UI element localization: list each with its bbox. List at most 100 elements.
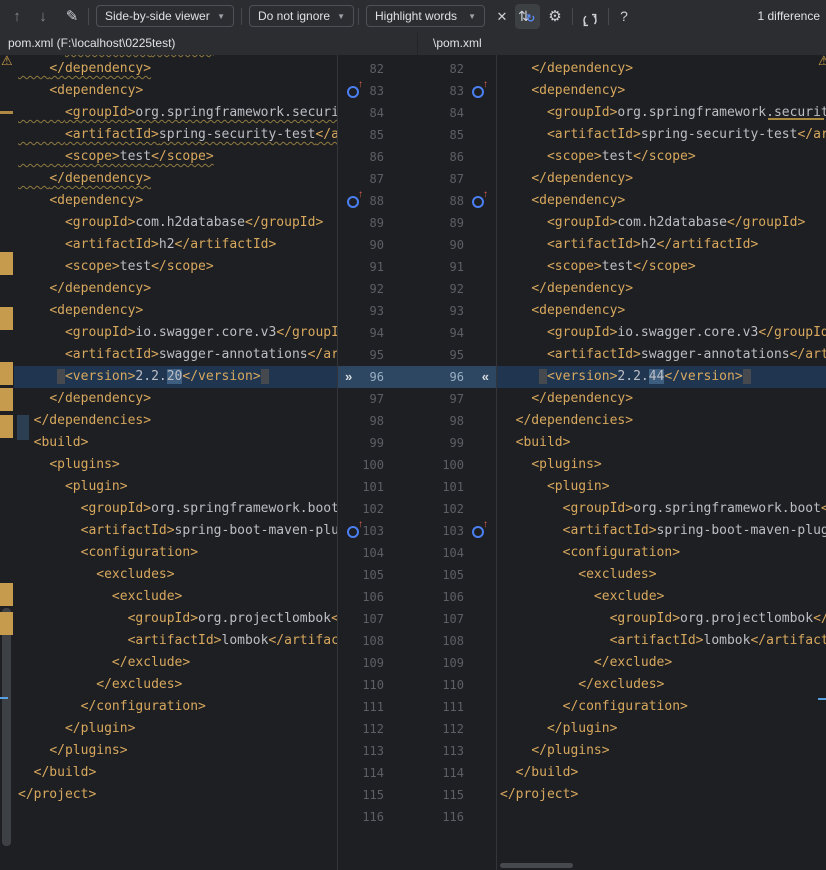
code-line-115[interactable]: </project> bbox=[14, 784, 337, 806]
code-line-92[interactable]: </dependency> bbox=[14, 278, 337, 300]
highlight-mode-dropdown[interactable]: Highlight words ▼ bbox=[366, 5, 485, 27]
dependency-update-icon[interactable]: ↑ bbox=[472, 194, 488, 208]
code-line-107[interactable]: <groupId>org.projectlombok</groupId> bbox=[14, 608, 337, 630]
code-line-102[interactable]: <groupId>org.springframework.boot</group… bbox=[497, 498, 826, 520]
code-line-109[interactable]: </exclude> bbox=[14, 652, 337, 674]
code-line-107[interactable]: <groupId>org.projectlombok</groupId> bbox=[497, 608, 826, 630]
code-line-112[interactable]: </plugin> bbox=[497, 718, 826, 740]
collapse-unchanged-icon[interactable]: ✕ bbox=[494, 0, 510, 33]
code-line-88[interactable]: <dependency> bbox=[14, 190, 337, 212]
apply-change-left-icon[interactable]: « bbox=[482, 366, 489, 388]
code-line-83[interactable]: <dependency> bbox=[14, 80, 337, 102]
code-line-102[interactable]: <groupId>org.springframework.boot</group… bbox=[14, 498, 337, 520]
warning-stripe-mark[interactable] bbox=[0, 388, 13, 411]
code-line-105[interactable]: <excludes> bbox=[14, 564, 337, 586]
code-line-83[interactable]: <dependency> bbox=[497, 80, 826, 102]
apply-change-right-icon[interactable]: » bbox=[345, 366, 352, 388]
code-line-98[interactable]: </dependencies> bbox=[14, 410, 337, 432]
edit-icon[interactable]: ✎ bbox=[62, 0, 82, 33]
right-editor[interactable]: <scope>test</scope> </dependency> <depen… bbox=[497, 55, 826, 870]
code-line-108[interactable]: <artifactId>lombok</artifactId> bbox=[14, 630, 337, 652]
code-line-89[interactable]: <groupId>com.h2database</groupId> bbox=[14, 212, 337, 234]
code-line-84[interactable]: <groupId>org.springframework.security</g… bbox=[497, 102, 826, 124]
code-line-82[interactable]: </dependency> bbox=[14, 58, 337, 80]
previous-difference-icon[interactable]: ↑ bbox=[8, 0, 26, 33]
next-difference-icon[interactable]: ↓ bbox=[34, 0, 52, 33]
code-line-113[interactable]: </plugins> bbox=[497, 740, 826, 762]
code-line-91[interactable]: <scope>test</scope> bbox=[497, 256, 826, 278]
code-line-113[interactable]: </plugins> bbox=[14, 740, 337, 762]
warning-stripe-mark[interactable] bbox=[0, 583, 13, 606]
code-line-97[interactable]: </dependency> bbox=[497, 388, 826, 410]
code-line-111[interactable]: </configuration> bbox=[14, 696, 337, 718]
settings-gear-icon[interactable]: ⚙ bbox=[546, 0, 564, 33]
caret-stripe-mark[interactable] bbox=[818, 698, 826, 700]
code-line-87[interactable]: </dependency> bbox=[14, 168, 337, 190]
code-line-111[interactable]: </configuration> bbox=[497, 696, 826, 718]
code-line-96[interactable]: <version>2.2.20</version> bbox=[14, 366, 337, 388]
caret-stripe-mark[interactable] bbox=[0, 697, 8, 699]
left-error-stripe[interactable]: ⚠ bbox=[0, 55, 14, 870]
code-line-116[interactable] bbox=[14, 806, 337, 828]
warning-stripe-mark[interactable] bbox=[0, 415, 13, 438]
code-line-92[interactable]: </dependency> bbox=[497, 278, 826, 300]
help-icon[interactable]: ? bbox=[616, 0, 632, 33]
warning-triangle-icon[interactable]: ⚠ bbox=[818, 55, 826, 69]
code-line-104[interactable]: <configuration> bbox=[497, 542, 826, 564]
code-line-95[interactable]: <artifactId>swagger-annotations</artifac… bbox=[497, 344, 826, 366]
code-line-94[interactable]: <groupId>io.swagger.core.v3</groupId> bbox=[497, 322, 826, 344]
code-line-90[interactable]: <artifactId>h2</artifactId> bbox=[14, 234, 337, 256]
warning-stripe-mark[interactable] bbox=[0, 111, 13, 114]
code-line-103[interactable]: <artifactId>spring-boot-maven-plugin</ar… bbox=[14, 520, 337, 542]
code-line-114[interactable]: </build> bbox=[14, 762, 337, 784]
code-line-98[interactable]: </dependencies> bbox=[497, 410, 826, 432]
code-line-104[interactable]: <configuration> bbox=[14, 542, 337, 564]
code-line-114[interactable]: </build> bbox=[497, 762, 826, 784]
code-line-103[interactable]: <artifactId>spring-boot-maven-plugin</ar… bbox=[497, 520, 826, 542]
code-line-93[interactable]: <dependency> bbox=[497, 300, 826, 322]
code-line-109[interactable]: </exclude> bbox=[497, 652, 826, 674]
code-line-86[interactable]: <scope>test</scope> bbox=[497, 146, 826, 168]
code-line-85[interactable]: <artifactId>spring-security-test</artifa… bbox=[14, 124, 337, 146]
code-line-88[interactable]: <dependency> bbox=[497, 190, 826, 212]
code-line-101[interactable]: <plugin> bbox=[497, 476, 826, 498]
warning-stripe-mark[interactable] bbox=[0, 362, 13, 385]
code-line-110[interactable]: </excludes> bbox=[497, 674, 826, 696]
code-line-87[interactable]: </dependency> bbox=[497, 168, 826, 190]
warning-stripe-mark[interactable] bbox=[0, 612, 13, 635]
code-line-100[interactable]: <plugins> bbox=[497, 454, 826, 476]
code-line-115[interactable]: </project> bbox=[497, 784, 826, 806]
code-line-91[interactable]: <scope>test</scope> bbox=[14, 256, 337, 278]
viewer-mode-dropdown[interactable]: Side-by-side viewer ▼ bbox=[96, 5, 234, 27]
code-line-85[interactable]: <artifactId>spring-security-test</artifa… bbox=[497, 124, 826, 146]
code-line-100[interactable]: <plugins> bbox=[14, 454, 337, 476]
code-line-84[interactable]: <groupId>org.springframework.security</g… bbox=[14, 102, 337, 124]
warning-stripe-mark[interactable] bbox=[0, 252, 13, 275]
code-line-108[interactable]: <artifactId>lombok</artifactId> bbox=[497, 630, 826, 652]
code-line-95[interactable]: <artifactId>swagger-annotations</artifac… bbox=[14, 344, 337, 366]
horizontal-scrollbar-thumb[interactable] bbox=[500, 863, 573, 868]
left-scrollbar-thumb[interactable] bbox=[2, 608, 11, 846]
code-line-86[interactable]: <scope>test</scope> bbox=[14, 146, 337, 168]
code-line-82[interactable]: </dependency> bbox=[497, 58, 826, 80]
dependency-update-icon[interactable]: ↑ bbox=[347, 84, 363, 98]
ignore-policy-dropdown[interactable]: Do not ignore ▼ bbox=[249, 5, 354, 27]
swap-sides-icon[interactable] bbox=[580, 0, 600, 33]
code-line-89[interactable]: <groupId>com.h2database</groupId> bbox=[497, 212, 826, 234]
synchronize-scrolling-toggle[interactable]: ⇅ ↻ bbox=[515, 4, 540, 29]
code-line-106[interactable]: <exclude> bbox=[497, 586, 826, 608]
code-line-110[interactable]: </excludes> bbox=[14, 674, 337, 696]
code-line-105[interactable]: <excludes> bbox=[497, 564, 826, 586]
selected-change-stripe-mark[interactable] bbox=[17, 415, 29, 440]
code-line-99[interactable]: <build> bbox=[497, 432, 826, 454]
warning-triangle-icon[interactable]: ⚠ bbox=[1, 55, 13, 69]
code-line-90[interactable]: <artifactId>h2</artifactId> bbox=[497, 234, 826, 256]
right-error-stripe[interactable]: ⚠ bbox=[812, 55, 826, 870]
code-line-106[interactable]: <exclude> bbox=[14, 586, 337, 608]
code-line-99[interactable]: <build> bbox=[14, 432, 337, 454]
code-line-112[interactable]: </plugin> bbox=[14, 718, 337, 740]
left-editor[interactable]: <scope>test</scope> </dependency> <depen… bbox=[14, 55, 337, 870]
code-line-97[interactable]: </dependency> bbox=[14, 388, 337, 410]
dependency-update-icon[interactable]: ↑ bbox=[347, 524, 363, 538]
dependency-update-icon[interactable]: ↑ bbox=[472, 524, 488, 538]
